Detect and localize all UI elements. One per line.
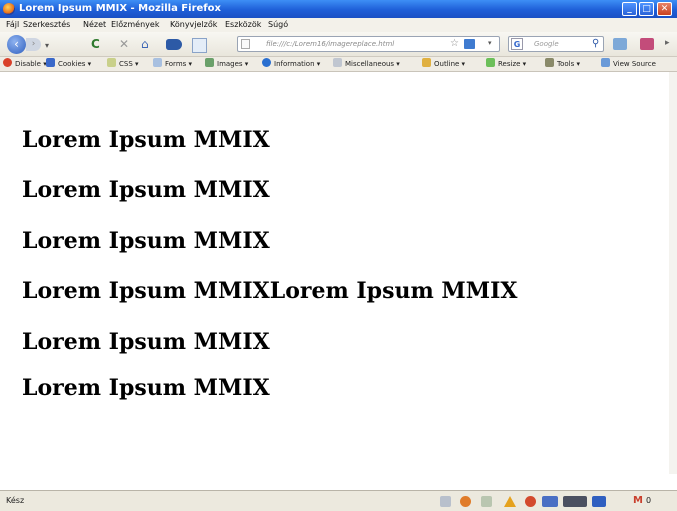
menu-edit[interactable]: Szerkesztés bbox=[23, 18, 70, 32]
navigation-toolbar: ‹ › ▾ C ✕ ⌂ file:///c:/Lorem16/imagerepl… bbox=[0, 32, 677, 57]
heading-3: Lorem Ipsum MMIX bbox=[22, 228, 270, 254]
dev-miscellaneous-button[interactable]: Miscellaneous ▾ bbox=[333, 57, 400, 71]
resize-icon bbox=[486, 58, 495, 67]
tools-icon bbox=[545, 58, 554, 67]
dev-view-source-button[interactable]: View Source bbox=[601, 57, 656, 71]
status-addon-icon[interactable] bbox=[440, 496, 451, 507]
status-bar: Kész M 0 bbox=[0, 490, 677, 511]
minimize-button[interactable]: _ bbox=[622, 2, 637, 16]
reload-button[interactable]: C bbox=[91, 38, 100, 50]
status-security-icon[interactable] bbox=[525, 496, 536, 507]
window-title: Lorem Ipsum MMIX - Mozilla Firefox bbox=[19, 3, 221, 14]
view-source-icon bbox=[601, 58, 610, 67]
menu-history[interactable]: Előzmények bbox=[111, 18, 159, 32]
status-speed-icon[interactable] bbox=[542, 496, 558, 507]
status-text: Kész bbox=[6, 496, 25, 505]
dev-forms-button[interactable]: Forms ▾ bbox=[153, 57, 192, 71]
menu-tools[interactable]: Eszközök bbox=[225, 18, 261, 32]
firefox-logo-icon bbox=[3, 3, 15, 15]
addon-icon[interactable] bbox=[640, 38, 654, 50]
dev-images-button[interactable]: Images ▾ bbox=[205, 57, 248, 71]
forward-button[interactable]: › bbox=[26, 38, 41, 51]
dev-disable-button[interactable]: Disable ▾ bbox=[3, 57, 47, 71]
history-dropdown-icon[interactable]: ▾ bbox=[45, 40, 49, 52]
status-network-icon[interactable] bbox=[592, 496, 606, 507]
menu-file[interactable]: Fájl bbox=[6, 18, 19, 32]
extension-icon[interactable] bbox=[613, 38, 627, 50]
heading-6: Lorem Ipsum MMIX bbox=[22, 375, 270, 401]
overflow-icon[interactable]: ▸ bbox=[665, 38, 670, 48]
star-icon[interactable]: ☆ bbox=[450, 38, 459, 49]
status-firebug-icon[interactable] bbox=[460, 496, 471, 507]
title-bar: Lorem Ipsum MMIX - Mozilla Firefox _ □ ✕ bbox=[0, 0, 677, 18]
feed-icon[interactable] bbox=[464, 39, 475, 49]
back-button[interactable]: ‹ bbox=[7, 35, 26, 54]
information-icon bbox=[262, 58, 271, 67]
miscellaneous-icon bbox=[333, 58, 342, 67]
bookmarks-icon[interactable] bbox=[166, 39, 182, 50]
dev-tools-button[interactable]: Tools ▾ bbox=[545, 57, 580, 71]
heading-2: Lorem Ipsum MMIX bbox=[22, 177, 270, 203]
cookies-icon bbox=[46, 58, 55, 67]
search-placeholder[interactable]: Google bbox=[534, 37, 559, 51]
status-tool-icon[interactable] bbox=[481, 496, 492, 507]
web-developer-toolbar: Disable ▾ Cookies ▾ CSS ▾ Forms ▾ Images… bbox=[0, 57, 677, 72]
heading-5: Lorem Ipsum MMIX bbox=[22, 329, 270, 355]
maximize-button[interactable]: □ bbox=[639, 2, 654, 16]
search-bar[interactable]: G Google ⚲ bbox=[508, 36, 604, 52]
css-icon bbox=[107, 58, 116, 67]
menu-help[interactable]: Súgó bbox=[268, 18, 288, 32]
images-icon bbox=[205, 58, 214, 67]
heading-4: Lorem Ipsum MMIXLorem Ipsum MMIX bbox=[22, 278, 518, 304]
address-bar[interactable]: file:///c:/Lorem16/imagereplace.html ☆ ▾ bbox=[237, 36, 500, 52]
page-icon bbox=[241, 39, 250, 49]
menu-view[interactable]: Nézet bbox=[83, 18, 106, 32]
forms-icon bbox=[153, 58, 162, 67]
dev-css-button[interactable]: CSS ▾ bbox=[107, 57, 139, 71]
home-button[interactable]: ⌂ bbox=[141, 38, 149, 50]
browser-window: Lorem Ipsum MMIX - Mozilla Firefox _ □ ✕… bbox=[0, 0, 677, 511]
search-engine-icon[interactable]: G bbox=[511, 38, 523, 50]
dev-cookies-button[interactable]: Cookies ▾ bbox=[46, 57, 91, 71]
outline-icon bbox=[422, 58, 431, 67]
gmail-icon[interactable]: M bbox=[633, 491, 643, 511]
dev-resize-button[interactable]: Resize ▾ bbox=[486, 57, 526, 71]
close-button[interactable]: ✕ bbox=[657, 2, 672, 16]
dev-information-button[interactable]: Information ▾ bbox=[262, 57, 320, 71]
history-icon[interactable] bbox=[192, 38, 207, 53]
menu-bookmarks[interactable]: Könyvjelzők bbox=[170, 18, 217, 32]
url-text[interactable]: file:///c:/Lorem16/imagereplace.html bbox=[266, 37, 394, 51]
status-display-icon[interactable] bbox=[563, 496, 587, 507]
heading-1: Lorem Ipsum MMIX bbox=[22, 127, 270, 153]
stop-button[interactable]: ✕ bbox=[119, 38, 129, 50]
disable-icon bbox=[3, 58, 12, 67]
mail-count: 0 bbox=[646, 496, 652, 505]
menu-bar: Fájl Szerkesztés Nézet Előzmények Könyvj… bbox=[0, 18, 677, 32]
dev-outline-button[interactable]: Outline ▾ bbox=[422, 57, 465, 71]
status-warning-icon[interactable] bbox=[504, 496, 516, 507]
url-dropdown-icon[interactable]: ▾ bbox=[488, 39, 492, 47]
page-content: Lorem Ipsum MMIX Lorem Ipsum MMIX Lorem … bbox=[0, 72, 677, 474]
search-icon[interactable]: ⚲ bbox=[592, 38, 599, 49]
